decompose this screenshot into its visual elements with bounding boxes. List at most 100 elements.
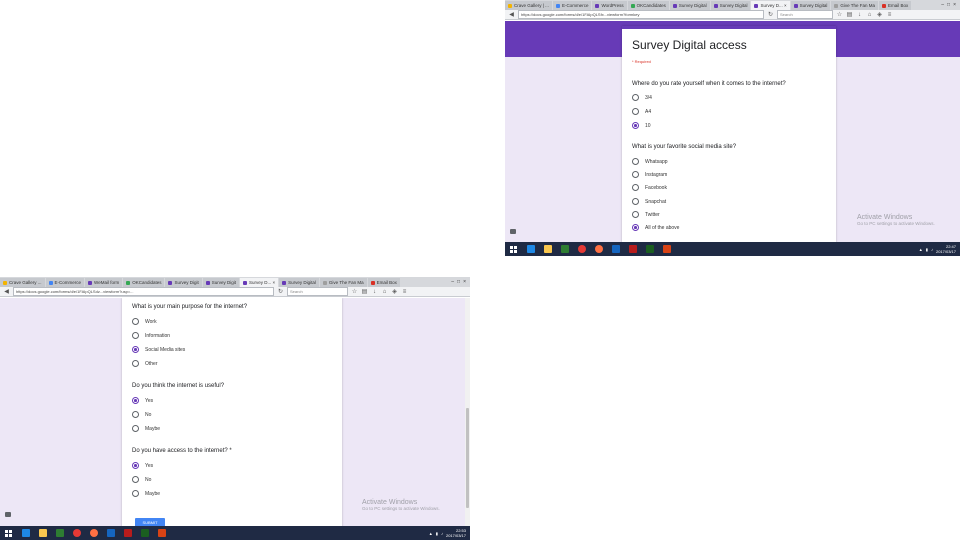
submit-button[interactable]: SUBMIT bbox=[135, 518, 165, 526]
menu-icon[interactable]: ≡ bbox=[886, 12, 893, 18]
browser-tab[interactable]: Email Box bbox=[367, 278, 400, 287]
volume-icon[interactable]: ♪ bbox=[441, 531, 443, 536]
reload-icon[interactable]: ↻ bbox=[767, 11, 774, 18]
address-bar[interactable]: https://docs.google.com/forms/d/e/1FAIpQ… bbox=[13, 287, 274, 296]
browser-tab[interactable]: OKCandidates bbox=[627, 1, 669, 10]
menu-icon[interactable]: ≡ bbox=[401, 289, 408, 295]
radio-option[interactable]: Information bbox=[132, 332, 170, 339]
radio-option[interactable]: Whatsapp bbox=[632, 158, 668, 165]
browser-tab[interactable]: Survey Digital bbox=[710, 1, 751, 10]
shield-icon[interactable]: ◈ bbox=[876, 11, 883, 18]
radio-button-selected[interactable] bbox=[132, 346, 139, 353]
taskbar-powerpoint-icon[interactable] bbox=[155, 527, 169, 539]
radio-button[interactable] bbox=[632, 211, 639, 218]
taskbar-powerpoint-icon[interactable] bbox=[660, 243, 674, 255]
address-bar[interactable]: https://docs.google.com/forms/d/e/1FAIpQ… bbox=[518, 10, 764, 19]
radio-button-selected[interactable] bbox=[632, 122, 639, 129]
home-icon[interactable]: ⌂ bbox=[381, 289, 388, 295]
star-icon[interactable]: ☆ bbox=[836, 11, 843, 18]
browser-tab-active[interactable]: Survey D... × bbox=[751, 1, 790, 10]
feedback-icon[interactable] bbox=[510, 229, 516, 234]
shield-icon[interactable]: ◈ bbox=[391, 288, 398, 295]
close-icon[interactable]: × bbox=[953, 2, 956, 8]
browser-tab[interactable]: OKCandidates bbox=[123, 278, 165, 287]
browser-tab[interactable]: Give The Fan Ma bbox=[319, 278, 367, 287]
browser-tab[interactable]: Crave Gallery | ... bbox=[505, 1, 552, 10]
tray-up-arrow-icon[interactable]: ▲ bbox=[919, 247, 923, 252]
radio-button[interactable] bbox=[632, 171, 639, 178]
browser-tab[interactable]: Survey Digit bbox=[202, 278, 240, 287]
home-icon[interactable]: ⌂ bbox=[866, 12, 873, 18]
scrollbar[interactable] bbox=[465, 298, 470, 526]
taskbar-firefox-icon[interactable] bbox=[87, 527, 101, 539]
download-icon[interactable]: ↓ bbox=[856, 12, 863, 18]
back-arrow-icon[interactable]: ◀ bbox=[3, 288, 10, 295]
radio-option[interactable]: A4 bbox=[632, 108, 651, 115]
feedback-icon[interactable] bbox=[5, 512, 11, 517]
radio-option[interactable]: Maybe bbox=[132, 425, 160, 432]
clock[interactable]: 22:47 2017/03/17 bbox=[936, 244, 956, 254]
radio-button[interactable] bbox=[632, 94, 639, 101]
taskbar-excel-icon[interactable] bbox=[138, 527, 152, 539]
close-icon[interactable]: × bbox=[463, 279, 466, 285]
taskbar-acrobat-icon[interactable] bbox=[626, 243, 640, 255]
taskbar-ie-icon[interactable] bbox=[19, 527, 33, 539]
radio-option[interactable]: No bbox=[132, 476, 151, 483]
radio-button[interactable] bbox=[632, 198, 639, 205]
network-icon[interactable]: ▮ bbox=[926, 247, 928, 252]
radio-option[interactable]: Yes bbox=[132, 462, 153, 469]
browser-tab-active[interactable]: Survey D... × bbox=[240, 278, 279, 287]
browser-tab[interactable]: Survey Digital bbox=[790, 1, 831, 10]
back-arrow-icon[interactable]: ◀ bbox=[508, 11, 515, 18]
radio-option[interactable]: Maybe bbox=[132, 490, 160, 497]
taskbar-explorer-icon[interactable] bbox=[36, 527, 50, 539]
volume-icon[interactable]: ♪ bbox=[931, 247, 933, 252]
radio-option[interactable]: All of the above bbox=[632, 224, 679, 231]
radio-option[interactable]: Twitter bbox=[632, 211, 660, 218]
radio-button-selected[interactable] bbox=[632, 224, 639, 231]
browser-tab[interactable]: WeMail form bbox=[85, 278, 123, 287]
radio-button[interactable] bbox=[132, 425, 139, 432]
radio-option[interactable]: 10 bbox=[632, 122, 651, 129]
taskbar-acrobat-icon[interactable] bbox=[121, 527, 135, 539]
taskbar-chrome-icon[interactable] bbox=[70, 527, 84, 539]
taskbar-explorer-icon[interactable] bbox=[541, 243, 555, 255]
browser-tab[interactable]: Email Box bbox=[879, 1, 912, 10]
radio-button-selected[interactable] bbox=[132, 397, 139, 404]
scrollbar-thumb[interactable] bbox=[466, 408, 469, 508]
network-icon[interactable]: ▮ bbox=[436, 531, 438, 536]
taskbar-chrome-icon[interactable] bbox=[575, 243, 589, 255]
radio-button[interactable] bbox=[632, 108, 639, 115]
taskbar-store-icon[interactable] bbox=[53, 527, 67, 539]
star-icon[interactable]: ☆ bbox=[351, 288, 358, 295]
radio-button[interactable] bbox=[132, 332, 139, 339]
radio-option[interactable]: Yes bbox=[132, 397, 153, 404]
start-button[interactable] bbox=[505, 242, 521, 256]
taskbar-store-icon[interactable] bbox=[558, 243, 572, 255]
radio-button[interactable] bbox=[132, 490, 139, 497]
bookmarks-icon[interactable]: ▤ bbox=[846, 11, 853, 18]
reload-icon[interactable]: ↻ bbox=[277, 288, 284, 295]
radio-option[interactable]: Instagram bbox=[632, 171, 667, 178]
taskbar-word-icon[interactable] bbox=[609, 243, 623, 255]
radio-button[interactable] bbox=[132, 318, 139, 325]
clock[interactable]: 22:53 2017/03/17 bbox=[446, 528, 466, 538]
radio-button[interactable] bbox=[632, 158, 639, 165]
start-button[interactable] bbox=[0, 526, 16, 540]
taskbar-excel-icon[interactable] bbox=[643, 243, 657, 255]
radio-button[interactable] bbox=[132, 360, 139, 367]
search-input[interactable]: Search bbox=[287, 287, 348, 296]
radio-option[interactable]: Facebook bbox=[632, 184, 667, 191]
radio-button[interactable] bbox=[632, 184, 639, 191]
taskbar-ie-icon[interactable] bbox=[524, 243, 538, 255]
taskbar-word-icon[interactable] bbox=[104, 527, 118, 539]
radio-option[interactable]: Other bbox=[132, 360, 158, 367]
radio-option[interactable]: Snapchat bbox=[632, 198, 666, 205]
browser-tab[interactable]: Crave Gallery ... bbox=[0, 278, 45, 287]
radio-option[interactable]: No bbox=[132, 411, 151, 418]
browser-tab[interactable]: Give The Fan Ma bbox=[831, 1, 879, 10]
browser-tab[interactable]: Survey Digit bbox=[165, 278, 202, 287]
browser-tab[interactable]: E-Commerce bbox=[45, 278, 85, 287]
browser-tab[interactable]: Survey Digital bbox=[279, 278, 319, 287]
taskbar-firefox-icon[interactable] bbox=[592, 243, 606, 255]
